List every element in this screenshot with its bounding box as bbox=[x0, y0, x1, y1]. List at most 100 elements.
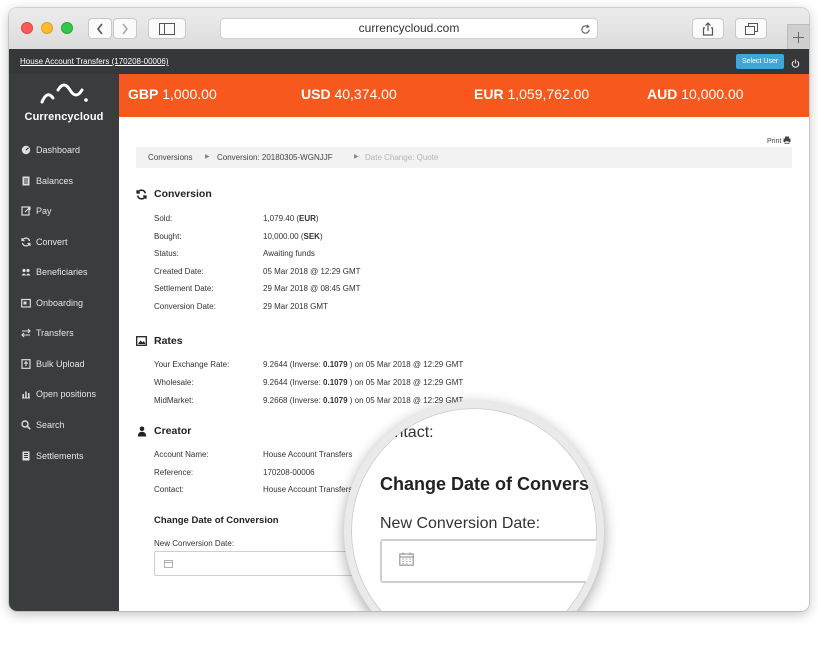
magnified-contact-label: Contact: bbox=[374, 424, 434, 441]
section-title-creator: Creator bbox=[136, 425, 191, 437]
calendar-icon[interactable] bbox=[399, 552, 414, 571]
balance-eur[interactable]: EUR 1,059,762.00 bbox=[474, 86, 589, 102]
contact-value: House Account Transfers bbox=[263, 485, 353, 494]
balance-currency: GBP bbox=[128, 86, 159, 102]
sidebar-item-bulk-upload[interactable]: Bulk Upload bbox=[21, 356, 85, 372]
sidebar-item-settlements[interactable]: Settlements bbox=[21, 448, 84, 464]
sold-label: Sold: bbox=[154, 214, 173, 223]
account-bar: House Account Transfers (170208-00006) S… bbox=[9, 49, 809, 74]
new-tab-button[interactable] bbox=[787, 24, 809, 49]
sidebar-item-convert[interactable]: Convert bbox=[21, 234, 68, 250]
sidebar-item-label: Beneficiaries bbox=[36, 267, 88, 277]
sidebar-item-balances[interactable]: Balances bbox=[21, 173, 73, 189]
printer-icon bbox=[783, 136, 791, 146]
wholesale-label: Wholesale: bbox=[154, 378, 194, 387]
sidebar-item-beneficiaries[interactable]: Beneficiaries bbox=[21, 264, 88, 280]
url-text: currencycloud.com bbox=[358, 21, 460, 35]
sidebar-item-label: Balances bbox=[36, 176, 74, 186]
your-exchange-rate-label: Your Exchange Rate: bbox=[154, 360, 230, 369]
bulk-upload-icon bbox=[21, 359, 31, 369]
settlement-date-label: Settlement Date: bbox=[154, 284, 214, 293]
status-value: Awaiting funds bbox=[263, 249, 315, 258]
sidebar-item-pay[interactable]: Pay bbox=[21, 203, 52, 219]
power-icon[interactable] bbox=[791, 55, 800, 73]
plus-icon bbox=[793, 31, 804, 43]
sidebar-toggle-button[interactable] bbox=[148, 18, 186, 39]
reference-value: 170208-00006 bbox=[263, 468, 315, 477]
breadcrumb-current: Date Change: Quote bbox=[365, 153, 439, 162]
wholesale-value: 9.2644 (Inverse: 0.1079 ) on 05 Mar 2018… bbox=[263, 378, 464, 387]
maximize-window-button[interactable] bbox=[61, 22, 73, 34]
balance-amount: 1,059,762.00 bbox=[507, 86, 590, 102]
sidebar: Currencycloud Dashboard Balances Pay Con… bbox=[9, 74, 119, 611]
beneficiaries-icon bbox=[21, 267, 31, 277]
print-link[interactable]: Print bbox=[767, 136, 791, 146]
balance-gbp[interactable]: GBP 1,000.00 bbox=[128, 86, 217, 102]
bought-label: Bought: bbox=[154, 232, 182, 241]
sidebar-item-transfers[interactable]: Transfers bbox=[21, 325, 74, 341]
balances-bar: GBP 1,000.00 USD 40,374.00 EUR 1,059,762… bbox=[119, 74, 809, 117]
tabs-button[interactable] bbox=[735, 18, 767, 39]
contact-label: Contact: bbox=[154, 485, 184, 494]
magnified-new-conversion-date-label: New Conversion Date: bbox=[380, 515, 541, 532]
breadcrumb-conversions[interactable]: Conversions bbox=[148, 147, 192, 168]
back-button[interactable] bbox=[88, 18, 112, 39]
sidebar-item-search[interactable]: Search bbox=[21, 417, 65, 433]
calendar-icon[interactable] bbox=[164, 555, 173, 573]
sidebar-item-open-positions[interactable]: Open positions bbox=[21, 386, 96, 402]
sidebar-icon bbox=[159, 22, 175, 35]
pay-icon bbox=[21, 206, 31, 216]
midmarket-label: MidMarket: bbox=[154, 396, 194, 405]
your-exchange-rate-value: 9.2644 (Inverse: 0.1079 ) on 05 Mar 2018… bbox=[263, 360, 464, 369]
sidebar-item-label: Pay bbox=[36, 206, 52, 216]
section-title-text: Conversion bbox=[154, 188, 212, 200]
new-conversion-date-label: New Conversion Date: bbox=[154, 539, 235, 548]
reference-label: Reference: bbox=[154, 468, 194, 477]
user-icon bbox=[136, 426, 147, 437]
balance-usd[interactable]: USD 40,374.00 bbox=[301, 86, 397, 102]
reload-icon[interactable] bbox=[580, 22, 591, 41]
settlements-icon bbox=[21, 451, 31, 461]
address-bar[interactable]: currencycloud.com bbox=[220, 18, 598, 39]
convert-icon bbox=[21, 237, 31, 247]
breadcrumb-separator-icon: ▶ bbox=[354, 154, 359, 160]
balance-currency: USD bbox=[301, 86, 331, 102]
refresh-icon bbox=[136, 188, 147, 200]
midmarket-value: 9.2668 (Inverse: 0.1079 ) on 05 Mar 2018… bbox=[263, 396, 464, 405]
minimize-window-button[interactable] bbox=[41, 22, 53, 34]
magnified-date-input[interactable] bbox=[380, 539, 597, 583]
select-user-button[interactable]: Select User bbox=[736, 54, 785, 69]
dashboard-icon bbox=[21, 145, 31, 155]
account-link[interactable]: House Account Transfers (170208-00006) bbox=[20, 57, 169, 66]
sidebar-item-label: Search bbox=[36, 420, 65, 430]
share-icon bbox=[702, 21, 714, 36]
sidebar-item-dashboard[interactable]: Dashboard bbox=[21, 142, 80, 158]
balance-currency: AUD bbox=[647, 86, 678, 102]
sidebar-item-onboarding[interactable]: Onboarding bbox=[21, 295, 83, 311]
section-title-rates: Rates bbox=[136, 335, 183, 347]
sold-value: 1,079.40 (EUR) bbox=[263, 214, 319, 223]
created-date-label: Created Date: bbox=[154, 267, 204, 276]
sidebar-item-label: Bulk Upload bbox=[36, 359, 85, 369]
onboarding-icon bbox=[21, 298, 31, 308]
forward-button[interactable] bbox=[113, 18, 137, 39]
brand-name: Currencycloud bbox=[24, 111, 104, 123]
browser-window: currencycloud.com House Account Transfer… bbox=[9, 8, 809, 611]
close-window-button[interactable] bbox=[21, 22, 33, 34]
breadcrumb-conversion[interactable]: Conversion: 20180305-WGNJJF bbox=[217, 147, 333, 168]
conversion-date-label: Conversion Date: bbox=[154, 302, 216, 311]
breadcrumb-separator-icon: ▶ bbox=[205, 154, 210, 160]
sidebar-item-label: Settlements bbox=[36, 451, 84, 461]
sidebar-item-label: Convert bbox=[36, 237, 68, 247]
section-title-conversion: Conversion bbox=[136, 188, 212, 200]
account-name-label: Account Name: bbox=[154, 450, 209, 459]
magnified-change-date-title: Change Date of Conversion bbox=[380, 474, 604, 494]
search-icon bbox=[21, 420, 31, 430]
settlement-date-value: 29 Mar 2018 @ 08:45 GMT bbox=[263, 284, 361, 293]
balance-aud[interactable]: AUD 10,000.00 bbox=[647, 86, 744, 102]
breadcrumb: Conversions ▶ Conversion: 20180305-WGNJJ… bbox=[136, 147, 792, 168]
conversion-date-value: 29 Mar 2018 GMT bbox=[263, 302, 328, 311]
balance-amount: 40,374.00 bbox=[334, 86, 397, 102]
new-conversion-date-input[interactable] bbox=[154, 551, 354, 576]
share-button[interactable] bbox=[692, 18, 724, 39]
